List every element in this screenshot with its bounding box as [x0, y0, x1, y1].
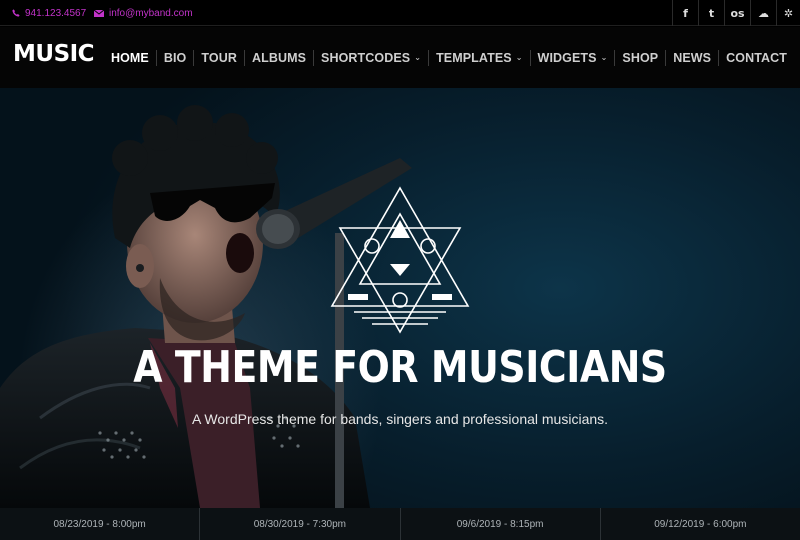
nav-item-label: ALBUMS — [251, 50, 307, 65]
event-date[interactable]: 09/6/2019 - 8:15pm — [399, 508, 600, 540]
hero-subtitle: A WordPress theme for bands, singers and… — [191, 411, 609, 427]
nav-item-shop[interactable]: SHOP — [614, 49, 665, 66]
nav-item-templates[interactable]: TEMPLATES ⌄ — [428, 49, 529, 66]
nav-item-label: HOME — [110, 50, 149, 65]
hero-title: A THEME FOR MUSICIANS — [133, 342, 667, 393]
nav-item-label: TOUR — [201, 50, 237, 65]
email-address: info@myband.com — [109, 7, 193, 19]
nav-item-bio[interactable]: BIO — [155, 49, 194, 66]
site-logo[interactable]: MUSIC — [13, 41, 95, 67]
event-date[interactable]: 08/30/2019 - 7:30pm — [199, 508, 399, 540]
phone-contact[interactable]: 941.123.4567 — [12, 0, 86, 26]
chevron-down-icon: ⌄ — [600, 53, 608, 62]
nav-item-tour[interactable]: TOUR — [193, 49, 244, 66]
nav-item-label: TEMPLATES — [436, 50, 512, 65]
main-nav: HOME BIO TOUR ALBUMS SHORTCODES ⌄ TEMPLAT… — [104, 27, 794, 88]
nav-item-shortcodes[interactable]: SHORTCODES ⌄ — [313, 49, 428, 66]
event-date[interactable]: 09/12/2019 - 6:00pm — [599, 508, 800, 540]
twitter-icon[interactable]: t — [698, 0, 724, 26]
nav-item-label: SHORTCODES — [321, 50, 411, 65]
chevron-down-icon: ⌄ — [414, 53, 422, 62]
nav-item-home[interactable]: HOME — [104, 50, 156, 66]
nav-item-label: CONTACT — [726, 50, 787, 65]
nav-item-contact[interactable]: CONTACT — [718, 49, 794, 66]
hero-banner: A THEME FOR MUSICIANS A WordPress theme … — [0, 88, 800, 508]
nav-item-label: NEWS — [673, 50, 712, 65]
nav-item-label: SHOP — [622, 50, 659, 65]
nav-item-widgets[interactable]: WIDGETS ⌄ — [529, 49, 615, 66]
chevron-down-icon: ⌄ — [515, 53, 523, 62]
nav-item-albums[interactable]: ALBUMS — [243, 49, 313, 66]
phone-number: 941.123.4567 — [25, 7, 87, 19]
top-bar: 941.123.4567 info@myband.com f t os ☁ ✲ — [0, 0, 800, 26]
envelope-icon — [94, 9, 104, 17]
lastfm-icon[interactable]: os — [724, 0, 750, 26]
phone-icon — [12, 9, 20, 17]
social-links: f t os ☁ ✲ — [672, 0, 800, 26]
soundcloud-icon[interactable]: ☁ — [750, 0, 776, 26]
yelp-icon[interactable]: ✲ — [776, 0, 800, 26]
nav-item-label: WIDGETS — [537, 50, 597, 65]
site-header: MUSIC HOME BIO TOUR ALBUMS SHORTCODES ⌄ T… — [0, 27, 800, 88]
triangle-emblem-icon — [330, 186, 470, 334]
facebook-icon[interactable]: f — [672, 0, 698, 26]
event-date[interactable]: 08/23/2019 - 8:00pm — [0, 508, 199, 540]
upcoming-events-bar: 08/23/2019 - 8:00pm 08/30/2019 - 7:30pm … — [0, 508, 800, 540]
nav-item-label: BIO — [163, 50, 187, 65]
email-contact[interactable]: info@myband.com — [94, 0, 193, 26]
nav-item-news[interactable]: NEWS — [665, 49, 718, 66]
